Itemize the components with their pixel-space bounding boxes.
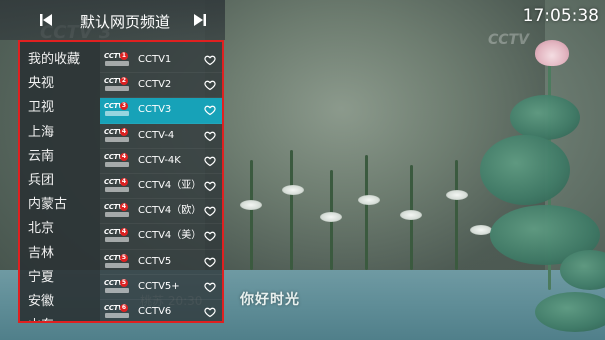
channel-name: CCTV4（亚） <box>138 179 202 191</box>
channel-item[interactable]: CCTV 4 CCTV-4 <box>100 124 222 149</box>
channel-name: CCTV-4 <box>138 129 175 141</box>
channel-item[interactable]: CCTV 4 CCTV4（欧） <box>100 199 222 225</box>
channel-item[interactable]: CCTV 4 CCTV4（美） <box>100 224 222 250</box>
category-item[interactable]: 我的收藏 <box>20 48 100 72</box>
heart-icon[interactable] <box>204 104 216 116</box>
category-item[interactable]: 吉林 <box>20 242 100 266</box>
channel-number: 5 <box>120 253 128 262</box>
heart-icon[interactable] <box>204 54 216 66</box>
cctv-logo-icon: CCTV 5 <box>104 253 130 269</box>
video-subtitle: 你好时光 <box>240 292 300 308</box>
heart-icon[interactable] <box>204 256 216 268</box>
channel-name: CCTV5+ <box>138 280 180 292</box>
channel-item[interactable]: CCTV 5 CCTV5+ <box>100 275 222 300</box>
channel-number: 1 <box>120 52 128 60</box>
channel-panel: 我的收藏 央视 卫视 上海 云南 兵团 内蒙古 北京 吉林 宁夏 安徽 山东 C… <box>18 40 224 323</box>
category-item[interactable]: 兵团 <box>20 169 100 193</box>
cctv-logo-icon: CCTV 5 <box>104 278 130 294</box>
channel-item[interactable]: CCTV 6 CCTV6 <box>100 300 222 321</box>
cctv-logo-icon: CCTV 4 <box>104 152 130 168</box>
channel-number: 6 <box>120 303 128 312</box>
category-item[interactable]: 山东 <box>20 314 100 321</box>
category-item[interactable]: 央视 <box>20 72 100 96</box>
watermark-logo-right: CCTV <box>488 32 529 48</box>
heart-icon[interactable] <box>204 130 216 142</box>
category-list[interactable]: 我的收藏 央视 卫视 上海 云南 兵团 内蒙古 北京 吉林 宁夏 安徽 山东 <box>20 42 100 321</box>
skip-previous-icon[interactable] <box>39 13 53 27</box>
skip-next-icon[interactable] <box>193 13 207 27</box>
heart-icon[interactable] <box>204 306 216 318</box>
heart-icon[interactable] <box>204 180 216 192</box>
heart-icon[interactable] <box>204 281 216 293</box>
cctv-logo-icon: CCTV 4 <box>104 177 130 193</box>
channel-number: 2 <box>120 77 128 86</box>
category-item[interactable]: 北京 <box>20 217 100 241</box>
cctv-logo-icon: CCTV 2 <box>104 77 130 92</box>
channel-number: 5 <box>120 278 128 287</box>
channel-name: CCTV3 <box>138 104 172 116</box>
category-item[interactable]: 安徽 <box>20 290 100 314</box>
source-header: 默认网页频道 <box>0 0 225 40</box>
channel-name: CCTV6 <box>138 305 172 317</box>
channel-name: CCTV2 <box>138 79 172 91</box>
channel-item[interactable]: CCTV 4 CCTV-4K <box>100 149 222 174</box>
channel-item[interactable]: CCTV 1 CCTV1 <box>100 48 222 74</box>
channel-name: CCTV4（美） <box>138 230 202 242</box>
category-item[interactable]: 上海 <box>20 121 100 145</box>
heart-icon[interactable] <box>204 79 216 91</box>
channel-name: CCTV1 <box>138 54 172 65</box>
channel-item[interactable]: CCTV 3 CCTV3 <box>100 98 222 124</box>
category-item[interactable]: 云南 <box>20 145 100 169</box>
cctv-logo-icon: CCTV 1 <box>104 52 130 67</box>
channel-name: CCTV4（欧） <box>138 205 202 217</box>
cctv-logo-icon: CCTV 3 <box>104 102 130 117</box>
clock: 17:05:38 <box>522 6 599 26</box>
channel-number: 4 <box>120 228 128 237</box>
channel-number: 4 <box>120 127 128 136</box>
heart-icon[interactable] <box>204 230 216 242</box>
cctv-logo-icon: CCTV 4 <box>104 228 130 243</box>
channel-item[interactable]: CCTV 4 CCTV4（亚） <box>100 174 222 200</box>
channel-number: 4 <box>120 152 128 161</box>
heart-icon[interactable] <box>204 205 216 217</box>
category-item[interactable]: 宁夏 <box>20 266 100 290</box>
category-item[interactable]: 内蒙古 <box>20 193 100 217</box>
cctv-logo-icon: CCTV 4 <box>104 203 130 218</box>
cctv-logo-icon: CCTV 4 <box>104 127 130 143</box>
heart-icon[interactable] <box>204 155 216 167</box>
channel-number: 4 <box>120 203 128 212</box>
source-title[interactable]: 默认网页频道 <box>63 11 187 32</box>
channel-name: CCTV5 <box>138 255 172 267</box>
category-item[interactable]: 卫视 <box>20 96 100 120</box>
channel-name: CCTV-4K <box>138 154 181 166</box>
channel-list[interactable]: CCTV 1 CCTV1 CCTV 2 CCTV2 CCTV 3 CCTV3 CCTV 4 CCTV-… <box>100 42 222 321</box>
channel-item[interactable]: CCTV 2 CCTV2 <box>100 73 222 99</box>
cctv-logo-icon: CCTV 6 <box>104 303 130 319</box>
channel-item[interactable]: CCTV 5 CCTV5 <box>100 250 222 275</box>
channel-number: 4 <box>120 177 128 186</box>
channel-number: 3 <box>120 102 128 111</box>
